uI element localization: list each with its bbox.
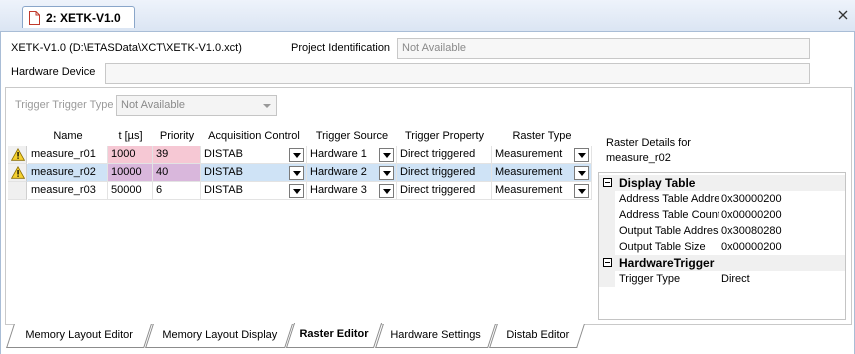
collapse-icon[interactable]: [603, 178, 612, 187]
cell-priority[interactable]: 6: [153, 182, 201, 200]
row-gutter: [599, 207, 615, 223]
raster-type-dropdown-button[interactable]: [574, 148, 589, 162]
cell-priority[interactable]: 39: [153, 146, 201, 164]
tab-label: Memory Layout Display: [161, 329, 277, 341]
acquisition-dropdown-button[interactable]: [289, 184, 304, 198]
column-header-time[interactable]: t [µs]: [108, 126, 153, 146]
table-row[interactable]: measure_r02 10000 40 DISTAB Hardware 2 D…: [8, 164, 592, 182]
row-gutter: [599, 191, 615, 207]
cell-time[interactable]: 1000: [108, 146, 153, 164]
raster-type-dropdown-button[interactable]: [574, 184, 589, 198]
close-icon[interactable]: [837, 9, 849, 21]
trigger-type-value: Not Available: [121, 99, 186, 111]
warning-icon: [11, 166, 25, 179]
trigger-source-dropdown-button[interactable]: [379, 148, 394, 162]
cell-name[interactable]: measure_r01: [28, 146, 108, 164]
property-value[interactable]: 0x30000200: [721, 191, 782, 207]
raster-details-title: Raster Details for measure_r02: [606, 136, 691, 166]
warning-icon: [11, 148, 25, 161]
property-category-hardware-trigger[interactable]: HardwareTrigger: [599, 255, 845, 271]
cell-trigger-property[interactable]: Direct triggered: [397, 146, 492, 164]
tab-distab-editor[interactable]: Distab Editor: [489, 324, 585, 348]
tab-label: Hardware Settings: [390, 329, 482, 341]
cell-name[interactable]: measure_r03: [28, 182, 108, 200]
tab-label: Memory Layout Editor: [25, 329, 134, 341]
tab-label: Raster Editor: [299, 328, 370, 340]
category-label: Display Table: [619, 176, 696, 190]
property-value[interactable]: 0x30080280: [721, 223, 782, 239]
table-row[interactable]: measure_r03 50000 6 DISTAB Hardware 3 Di…: [8, 182, 592, 200]
property-value[interactable]: 0x00000200: [721, 207, 782, 223]
property-grid: Display Table Address Table Address 0x30…: [598, 172, 846, 320]
property-name: Address Table Count: [619, 209, 719, 221]
property-value[interactable]: Direct: [721, 271, 750, 287]
trigger-type-label: Trigger Trigger Type: [15, 99, 114, 111]
tab-memory-layout-display[interactable]: Memory Layout Display: [145, 324, 293, 348]
row-gutter: [599, 271, 615, 287]
column-header-name[interactable]: Name: [28, 126, 108, 146]
project-identification-label: Project Identification: [291, 42, 391, 54]
cell-time[interactable]: 50000: [108, 182, 153, 200]
project-path: XETK-V1.0 (D:\ETASData\XCT\XETK-V1.0.xct…: [11, 42, 242, 54]
row-header: [8, 164, 27, 182]
trigger-source-dropdown-button[interactable]: [379, 184, 394, 198]
raster-details-title-line1: Raster Details for: [606, 137, 691, 149]
property-name: Address Table Address: [619, 193, 719, 205]
property-row[interactable]: Address Table Count 0x00000200: [599, 207, 845, 223]
column-header-trigger-source[interactable]: Trigger Source: [307, 126, 397, 146]
property-row[interactable]: Output Table Address 0x30080280: [599, 223, 845, 239]
acquisition-dropdown-button[interactable]: [289, 166, 304, 180]
acquisition-dropdown-button[interactable]: [289, 148, 304, 162]
property-value[interactable]: 0x00000200: [721, 239, 782, 255]
row-gutter: [599, 223, 615, 239]
cell-trigger-property[interactable]: Direct triggered: [397, 182, 492, 200]
tab-raster-editor[interactable]: Raster Editor: [285, 323, 383, 348]
trigger-type-select[interactable]: Not Available: [116, 95, 277, 116]
document-icon: [29, 10, 40, 25]
bottom-tab-strip: Memory Layout Editor Memory Layout Displ…: [0, 323, 855, 354]
hardware-device-label: Hardware Device: [11, 66, 96, 78]
property-category-display-table[interactable]: Display Table: [599, 175, 845, 191]
trigger-source-dropdown-button[interactable]: [379, 166, 394, 180]
row-gutter: [599, 239, 615, 255]
cell-time[interactable]: 10000: [108, 164, 153, 182]
property-name: Trigger Type: [619, 273, 681, 285]
collapse-icon[interactable]: [603, 258, 612, 267]
document-tab[interactable]: 2: XETK-V1.0: [22, 6, 135, 28]
cell-trigger-property[interactable]: Direct triggered: [397, 164, 492, 182]
cell-priority[interactable]: 40: [153, 164, 201, 182]
property-row[interactable]: Output Table Size 0x00000200: [599, 239, 845, 255]
property-name: Output Table Size: [619, 241, 706, 253]
hardware-device-field[interactable]: [105, 63, 810, 84]
raster-details-title-line2: measure_r02: [606, 152, 671, 164]
document-tab-strip: 2: XETK-V1.0: [0, 0, 855, 32]
column-header-trigger-property[interactable]: Trigger Property: [397, 126, 492, 146]
tab-label: Distab Editor: [505, 329, 569, 341]
property-name: Output Table Address: [619, 225, 719, 237]
column-header-raster-type[interactable]: Raster Type: [492, 126, 592, 146]
chevron-down-icon: [263, 104, 271, 108]
property-row[interactable]: Address Table Address 0x30000200: [599, 191, 845, 207]
category-label: HardwareTrigger: [619, 256, 715, 270]
table-row[interactable]: measure_r01 1000 39 DISTAB Hardware 1 Di…: [8, 146, 592, 164]
raster-type-dropdown-button[interactable]: [574, 166, 589, 180]
document-tab-label: 2: XETK-V1.0: [46, 10, 121, 25]
column-header-priority[interactable]: Priority: [153, 126, 201, 146]
column-header-acquisition-control[interactable]: Acquisition Control: [201, 126, 307, 146]
tab-memory-layout-editor[interactable]: Memory Layout Editor: [6, 324, 152, 348]
property-row[interactable]: Trigger Type Direct: [599, 271, 845, 287]
project-identification-field[interactable]: Not Available: [397, 38, 810, 59]
row-header: [8, 146, 27, 164]
row-header: [8, 182, 27, 200]
tab-hardware-settings[interactable]: Hardware Settings: [375, 324, 496, 348]
cell-name[interactable]: measure_r02: [28, 164, 108, 182]
